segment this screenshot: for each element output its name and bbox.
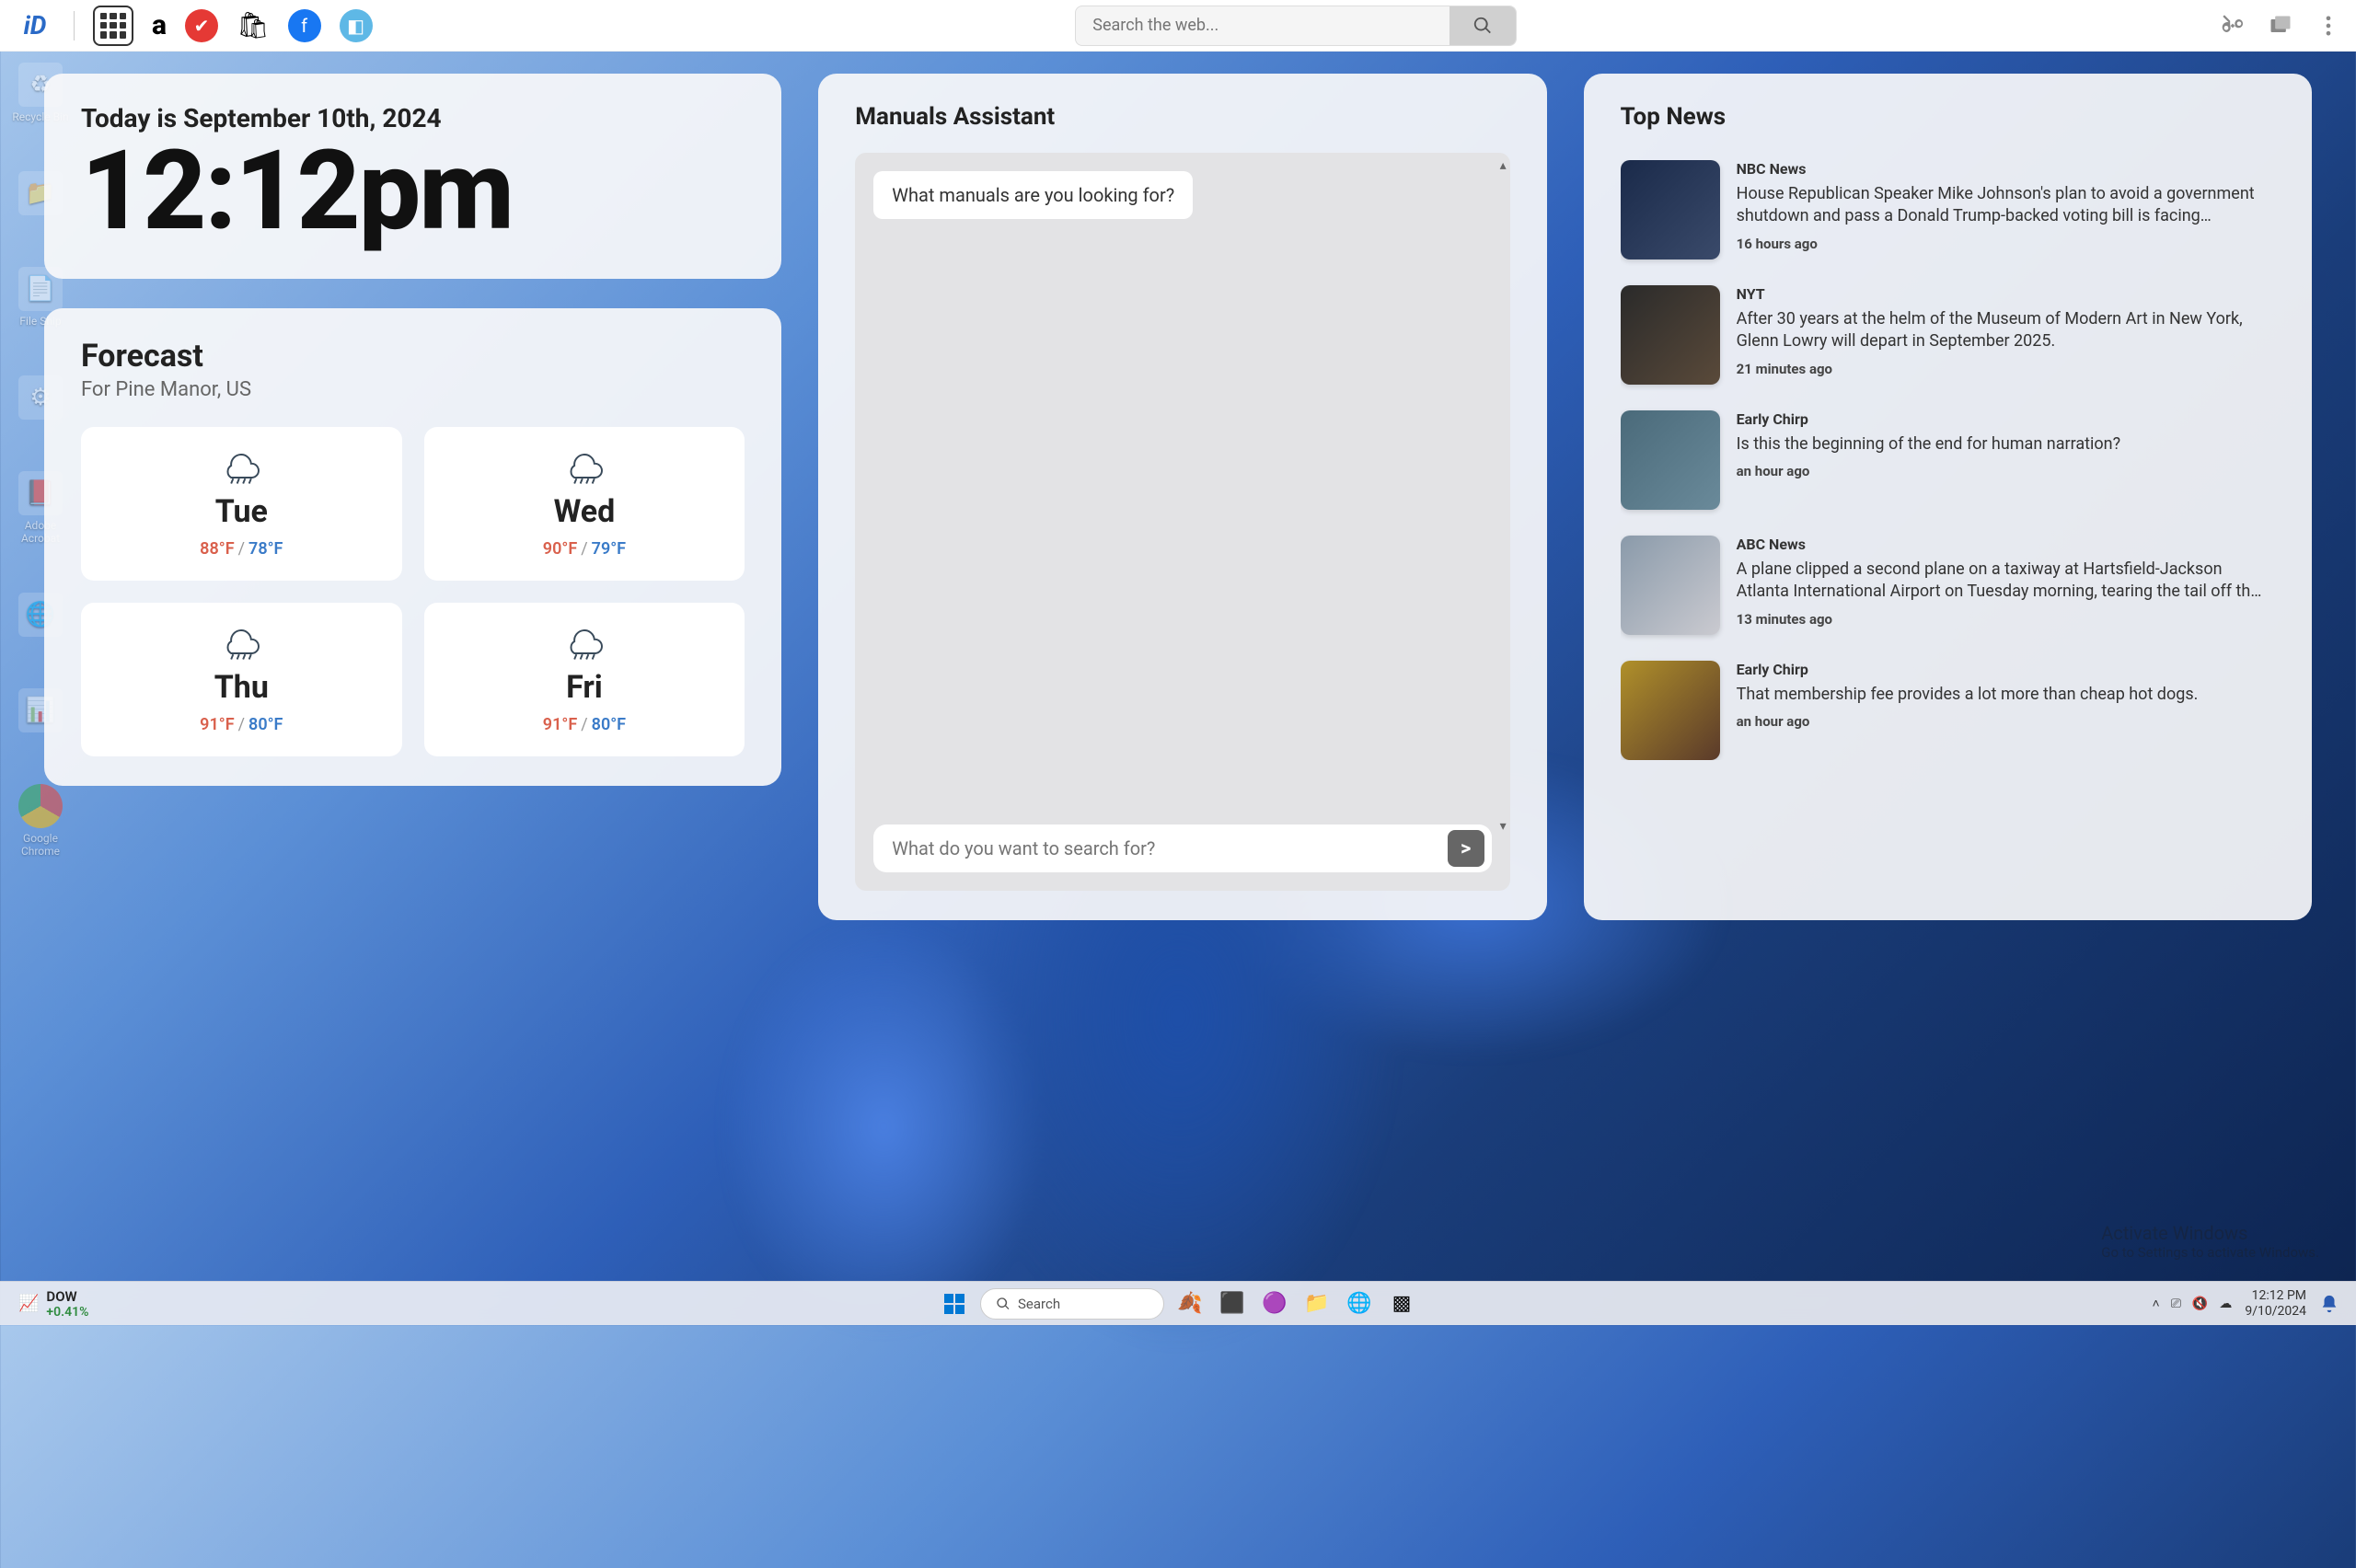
tray-cloud-icon[interactable]: ☁ [2219,1297,2232,1311]
scroll-up-arrow[interactable]: ▴ [1500,158,1507,173]
kebab-menu-icon[interactable] [2316,13,2341,39]
stock-name: DOW [46,1288,88,1305]
chat-input[interactable] [892,837,1447,859]
news-source: Early Chirp [1737,410,2264,428]
news-timestamp: an hour ago [1737,463,2264,479]
news-thumbnail [1621,285,1720,385]
news-source: ABC News [1737,536,2264,553]
news-item[interactable]: NBC News House Republican Speaker Mike J… [1621,160,2264,259]
stock-change: +0.41% [46,1305,88,1320]
notification-bell-icon[interactable] [2319,1294,2339,1314]
rain-icon [560,621,608,662]
forecast-day-label: Fri [433,669,736,706]
taskbar-search-label: Search [1018,1296,1060,1312]
news-source: NBC News [1737,160,2264,178]
news-thumbnail [1621,536,1720,635]
checkmark-icon[interactable]: ✔ [185,9,218,42]
forecast-card: Forecast For Pine Manor, US Tue 88°F/78°… [44,308,781,786]
taskbar-search[interactable]: Search [980,1288,1164,1320]
clock-card: Today is September 10th, 2024 12:12pm [44,74,781,279]
forecast-day[interactable]: Wed 90°F/79°F [424,427,745,581]
search-bar [1075,6,1517,46]
tray-device-icon[interactable]: ⎚ [2171,1297,2181,1311]
chat-area: ▴ What manuals are you looking for? ▾ > [855,153,1509,891]
taskbar-stock-widget[interactable]: 📈 DOW +0.41% [0,1288,88,1320]
taskbar-pinned-app[interactable]: 🍂 [1173,1287,1207,1320]
forecast-temps: 90°F/79°F [433,539,736,559]
scissors-icon[interactable] [2220,13,2246,39]
search-icon [996,1297,1011,1311]
news-timestamp: 16 hours ago [1737,236,2264,252]
news-timestamp: an hour ago [1737,713,2264,730]
apps-grid-icon[interactable] [93,6,133,46]
assistant-card: Manuals Assistant ▴ What manuals are you… [818,74,1546,920]
start-button[interactable] [938,1287,971,1320]
news-item[interactable]: Early Chirp Is this the beginning of the… [1621,410,2264,510]
taskbar-terminal-icon[interactable]: ▩ [1385,1287,1418,1320]
forecast-day-label: Wed [433,493,736,530]
forecast-day[interactable]: Thu 91°F/80°F [81,603,402,756]
news-timestamp: 21 minutes ago [1737,361,2264,377]
news-headline: House Republican Speaker Mike Johnson's … [1737,183,2264,228]
news-thumbnail [1621,661,1720,760]
news-item[interactable]: NYT After 30 years at the helm of the Mu… [1621,285,2264,385]
news-item[interactable]: ABC News A plane clipped a second plane … [1621,536,2264,635]
assistant-title: Manuals Assistant [855,103,1509,131]
taskbar-copilot-icon[interactable]: 🟣 [1258,1287,1291,1320]
news-title: Top News [1621,103,2275,131]
browser-toolbar: i⁠D a ✔ 🛍 f ◧ [0,0,2356,52]
news-headline: Is this the beginning of the end for hum… [1737,433,2264,455]
search-icon [1472,16,1493,36]
news-item[interactable]: Early Chirp That membership fee provides… [1621,661,2264,760]
scroll-down-arrow[interactable]: ▾ [1500,819,1507,834]
search-button[interactable] [1449,6,1516,45]
search-input[interactable] [1076,16,1449,35]
rain-icon [217,445,265,486]
app-logo[interactable]: i⁠D [15,6,55,46]
taskbar-clock[interactable]: 12:12 PM 9/10/2024 [2245,1288,2306,1318]
news-source: NYT [1737,285,2264,303]
taskbar-edge-icon[interactable]: 🌐 [1343,1287,1376,1320]
news-timestamp: 13 minutes ago [1737,611,2264,628]
news-thumbnail [1621,160,1720,259]
news-card: Top News NBC News House Republican Speak… [1584,74,2312,920]
amazon-icon[interactable]: a [152,9,167,41]
forecast-day[interactable]: Tue 88°F/78°F [81,427,402,581]
rain-icon [560,445,608,486]
divider [74,11,75,40]
forecast-day[interactable]: Fri 91°F/80°F [424,603,745,756]
windows-icon[interactable] [2268,13,2293,39]
taskbar-pinned-app[interactable]: ⬛ [1216,1287,1249,1320]
social-icon[interactable]: ◧ [340,9,373,42]
stock-icon: 📈 [18,1294,39,1313]
rain-icon [217,621,265,662]
forecast-day-label: Thu [90,669,393,706]
clock-time: 12:12pm [81,133,745,249]
news-headline: A plane clipped a second plane on a taxi… [1737,559,2264,604]
forecast-temps: 91°F/80°F [90,715,393,734]
chat-send-button[interactable]: > [1448,830,1484,867]
news-source: Early Chirp [1737,661,2264,678]
forecast-temps: 91°F/80°F [433,715,736,734]
forecast-day-label: Tue [90,493,393,530]
facebook-icon[interactable]: f [288,9,321,42]
tray-volume-icon[interactable]: 🔇 [2192,1297,2208,1311]
tray-chevron-icon[interactable]: ˄ [2153,1296,2160,1311]
chat-input-wrap: > [873,824,1491,872]
forecast-subtitle: For Pine Manor, US [81,378,745,401]
news-headline: That membership fee provides a lot more … [1737,684,2264,706]
news-headline: After 30 years at the helm of the Museum… [1737,308,2264,353]
chat-message: What manuals are you looking for? [873,171,1193,219]
news-list[interactable]: NBC News House Republican Speaker Mike J… [1621,160,2275,760]
taskbar: 📈 DOW +0.41% Search 🍂 ⬛ 🟣 📁 🌐 ▩ ˄ ⎚ 🔇 ☁ … [0,1281,2356,1325]
shopping-bag-icon[interactable]: 🛍 [237,10,270,40]
forecast-title: Forecast [81,338,745,375]
forecast-temps: 88°F/78°F [90,539,393,559]
news-thumbnail [1621,410,1720,510]
taskbar-explorer-icon[interactable]: 📁 [1300,1287,1334,1320]
